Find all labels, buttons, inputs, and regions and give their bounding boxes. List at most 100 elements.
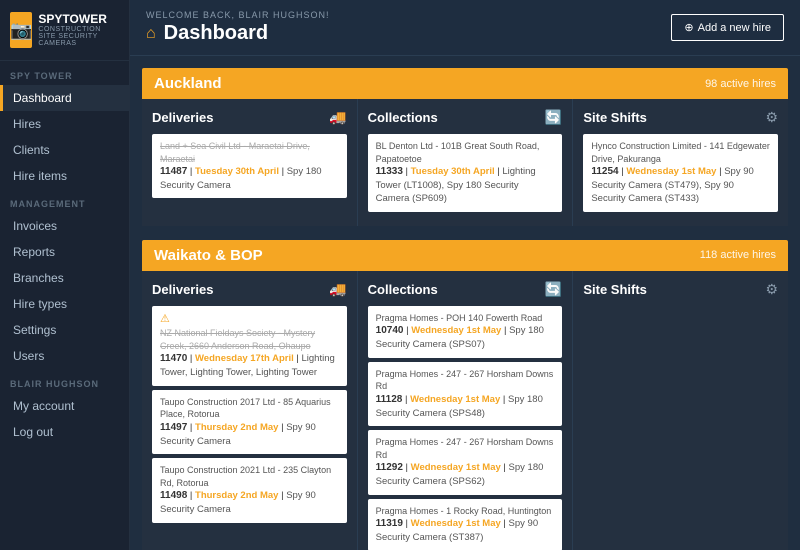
region-name: Auckland [154, 75, 222, 92]
item-details: 11497 | Thursday 2nd May | Spy 90 Securi… [160, 421, 339, 448]
page-title-text: Dashboard [164, 22, 268, 45]
item-address: Pragma Homes - 247 - 267 Horsham Downs R… [376, 368, 555, 393]
region-active-hires: 98 active hires [705, 78, 776, 90]
card-type-icon: ⚙ [765, 109, 778, 126]
brand-subtitle: CONSTRUCTION SITE SECURITY CAMERAS [38, 26, 119, 47]
item-details: 11319 | Wednesday 1st May | Spy 90 Secur… [376, 517, 555, 544]
item-details: 11292 | Wednesday 1st May | Spy 180 Secu… [376, 461, 555, 488]
sidebar-item-hire-items[interactable]: Hire items [0, 163, 129, 189]
item-address: Pragma Homes - 1 Rocky Road, Huntington [376, 505, 555, 518]
item-address: Hynco Construction Limited - 141 Edgewat… [591, 140, 770, 165]
sidebar-item-dashboard[interactable]: Dashboard [0, 85, 129, 111]
brand-name: SPYTOWER [38, 13, 119, 26]
card-title: Deliveries [152, 110, 213, 125]
column-card: Collections 🔄 BL Denton Ltd - 101B Great… [358, 99, 573, 226]
sidebar-item-label: Users [13, 349, 44, 363]
dashboard-body: Auckland 98 active hires Deliveries 🚚 La… [130, 56, 800, 550]
logo-icon: 📷 [10, 12, 32, 48]
sidebar-item-label: Invoices [13, 219, 57, 233]
column-card: Deliveries 🚚 ⚠ NZ National Fieldays Soci… [142, 271, 357, 550]
item-id: 11498 [160, 490, 187, 501]
item-date: Wednesday 1st May [410, 394, 500, 405]
sidebar-item-label: Branches [13, 271, 64, 285]
item-address: Pragma Homes - 247 - 267 Horsham Downs R… [376, 436, 555, 461]
item-details: 11470 | Wednesday 17th April | Lighting … [160, 352, 339, 379]
item-date: Tuesday 30th April [195, 166, 279, 177]
sidebar-logo: 📷 SPYTOWER CONSTRUCTION SITE SECURITY CA… [0, 0, 129, 61]
item-details: 11254 | Wednesday 1st May | Spy 90 Secur… [591, 165, 770, 206]
card-title: Collections [368, 110, 438, 125]
item-date: Wednesday 1st May [626, 166, 716, 177]
item-details: 11128 | Wednesday 1st May | Spy 180 Secu… [376, 393, 555, 420]
column-card: Collections 🔄 Pragma Homes - POH 140 Fow… [358, 271, 573, 550]
card-title: Site Shifts [583, 110, 647, 125]
hire-item[interactable]: ⚠ NZ National Fieldays Society - Mystery… [152, 306, 347, 386]
card-title: Collections [368, 282, 438, 297]
item-address: Taupo Construction 2017 Ltd - 85 Aquariu… [160, 396, 339, 421]
card-type-icon: 🔄 [545, 281, 562, 298]
item-date: Wednesday 1st May [411, 518, 501, 529]
add-hire-button[interactable]: ⊕ Add a new hire [671, 14, 784, 41]
item-date: Wednesday 17th April [195, 353, 294, 364]
region-active-hires: 118 active hires [700, 249, 776, 261]
card-type-icon: 🚚 [329, 109, 346, 126]
item-details: 11487 | Tuesday 30th April | Spy 180 Sec… [160, 165, 339, 192]
item-id: 11319 [376, 518, 403, 529]
sidebar-item-users[interactable]: Users [0, 343, 129, 369]
page-title: ⌂ Dashboard [146, 22, 330, 45]
hire-item[interactable]: Pragma Homes - 247 - 267 Horsham Downs R… [368, 362, 563, 426]
sidebar-item-logout[interactable]: Log out [0, 419, 129, 445]
card-header: Deliveries 🚚 [152, 281, 347, 298]
hire-item[interactable]: Pragma Homes - 247 - 267 Horsham Downs R… [368, 430, 563, 494]
item-id: 11470 [160, 353, 187, 364]
item-date: Wednesday 1st May [411, 462, 501, 473]
hire-item[interactable]: Taupo Construction 2021 Ltd - 235 Clayto… [152, 458, 347, 522]
column-card: Deliveries 🚚 Land + Sea Civil Ltd - Mara… [142, 99, 357, 226]
sidebar-item-label: Dashboard [13, 91, 72, 105]
sidebar-item-hire-types[interactable]: Hire types [0, 291, 129, 317]
card-header: Site Shifts ⚙ [583, 281, 778, 298]
hire-item[interactable]: Pragma Homes - POH 140 Fowerth Road10740… [368, 306, 563, 358]
sidebar-item-settings[interactable]: Settings [0, 317, 129, 343]
item-id: 11487 [160, 166, 187, 177]
sidebar-item-label: Hire items [13, 169, 67, 183]
header: WELCOME BACK, BLAIR HUGHSON! ⌂ Dashboard… [130, 0, 800, 56]
sidebar-item-invoices[interactable]: Invoices [0, 213, 129, 239]
item-address: Pragma Homes - POH 140 Fowerth Road [376, 312, 555, 325]
item-date: Tuesday 30th April [411, 166, 495, 177]
item-id: 10740 [376, 325, 404, 336]
hire-item[interactable]: Land + Sea Civil Ltd - Maraetai Drive, M… [152, 134, 347, 198]
sidebar-item-reports[interactable]: Reports [0, 239, 129, 265]
hire-item[interactable]: Pragma Homes - 1 Rocky Road, Huntington1… [368, 499, 563, 550]
hire-item[interactable]: Hynco Construction Limited - 141 Edgewat… [583, 134, 778, 212]
hire-item[interactable]: BL Denton Ltd - 101B Great South Road, P… [368, 134, 563, 212]
item-id: 11497 [160, 422, 187, 433]
section-label-management: MANAGEMENT [0, 189, 129, 213]
item-address: BL Denton Ltd - 101B Great South Road, P… [376, 140, 555, 165]
card-header: Site Shifts ⚙ [583, 109, 778, 126]
item-date: Thursday 2nd May [195, 422, 278, 433]
hire-item[interactable]: Taupo Construction 2017 Ltd - 85 Aquariu… [152, 390, 347, 454]
card-type-icon: ⚙ [765, 281, 778, 298]
item-address: Land + Sea Civil Ltd - Maraetai Drive, M… [160, 140, 339, 165]
card-header: Collections 🔄 [368, 281, 563, 298]
item-id: 11128 [376, 394, 403, 405]
sidebar-item-label: Hire types [13, 297, 67, 311]
sidebar-item-label: Log out [13, 425, 53, 439]
region-name: Waikato & BOP [154, 247, 263, 264]
sidebar-item-my-account[interactable]: My account [0, 393, 129, 419]
sidebar-item-clients[interactable]: Clients [0, 137, 129, 163]
region-header: Auckland 98 active hires [142, 68, 788, 99]
sidebar-item-branches[interactable]: Branches [0, 265, 129, 291]
item-details: 10740 | Wednesday 1st May | Spy 180 Secu… [376, 324, 555, 351]
region-cards: Deliveries 🚚 ⚠ NZ National Fieldays Soci… [142, 271, 788, 550]
plus-icon: ⊕ [684, 21, 693, 34]
region-section: Waikato & BOP 118 active hires Deliverie… [142, 240, 788, 550]
sidebar-item-hires[interactable]: Hires [0, 111, 129, 137]
item-id: 11254 [591, 166, 618, 177]
item-details: 11333 | Tuesday 30th April | Lighting To… [376, 165, 555, 206]
sidebar-item-label: Settings [13, 323, 56, 337]
card-header: Collections 🔄 [368, 109, 563, 126]
item-date: Thursday 2nd May [195, 490, 278, 501]
item-details: 11498 | Thursday 2nd May | Spy 90 Securi… [160, 489, 339, 516]
